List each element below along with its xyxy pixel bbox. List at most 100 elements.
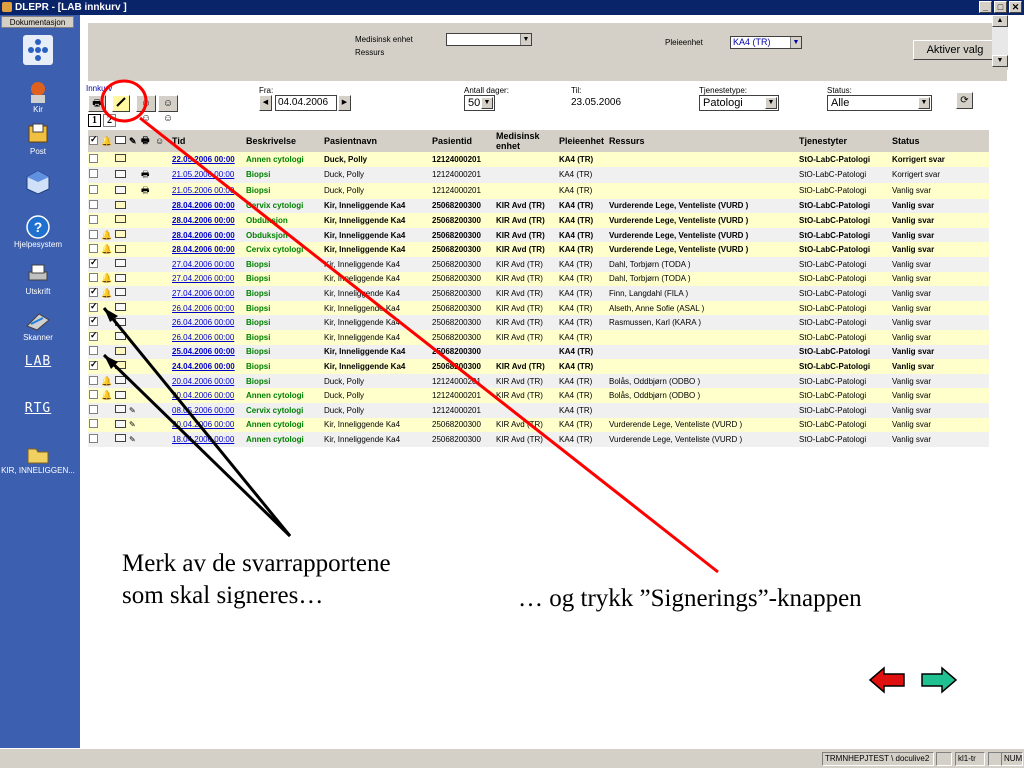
row-checkbox[interactable] bbox=[89, 273, 98, 283]
tid-link[interactable]: 24.04.2006 00:00 bbox=[172, 362, 235, 371]
tid-link[interactable]: 28.04.2006 00:00 bbox=[172, 231, 235, 240]
table-row[interactable]: 28.04.2006 00:00 Obduksjon Kir, Inneliggen… bbox=[88, 213, 989, 228]
row-checkbox[interactable] bbox=[89, 244, 98, 254]
row-tid[interactable]: 28.04.2006 00:00 bbox=[171, 242, 245, 257]
tid-link[interactable]: 21.05.2006 00:00 bbox=[172, 186, 234, 195]
medisinsk-enhet-select[interactable]: ▼ bbox=[446, 33, 532, 46]
status-select[interactable]: Alle ▼ bbox=[827, 95, 932, 111]
header-tid[interactable]: Tid bbox=[171, 130, 245, 152]
vertical-scrollbar[interactable]: ▲ ▼ bbox=[992, 15, 1008, 70]
tid-link[interactable]: 22.05.2006 00:00 bbox=[172, 155, 235, 164]
tid-link[interactable]: 28.04.2006 00:00 bbox=[172, 216, 235, 225]
row-checkbox-cell[interactable] bbox=[88, 388, 100, 403]
table-row[interactable]: 26.04.2006 00:00 BiopsiKir, Inneliggende … bbox=[88, 300, 989, 316]
table-row[interactable]: 🔔 28.04.2006 00:00 Obduksjon Kir, Inneligge… bbox=[88, 227, 989, 243]
prev-slide-arrow[interactable] bbox=[868, 666, 908, 694]
header-pasientid[interactable]: Pasientid bbox=[431, 130, 495, 152]
row-checkbox[interactable] bbox=[89, 390, 98, 400]
row-checkbox[interactable] bbox=[89, 330, 98, 341]
tid-link[interactable]: 27.04.2006 00:00 bbox=[172, 260, 234, 269]
persons-button-2[interactable]: ☺☺ bbox=[158, 95, 178, 124]
table-row[interactable]: 🔔 20.04.2006 00:00 Annen cytologi Duck, Pol… bbox=[88, 388, 989, 403]
row-checkbox-cell[interactable] bbox=[88, 359, 100, 374]
row-checkbox-cell[interactable] bbox=[88, 373, 100, 389]
tid-link[interactable]: 28.04.2006 00:00 bbox=[172, 245, 235, 254]
aktiver-valg-button[interactable]: Aktiver valg bbox=[913, 40, 997, 60]
row-tid[interactable]: 28.04.2006 00:00 bbox=[171, 227, 245, 243]
tab-dokumentasjon[interactable]: Dokumentasjon bbox=[1, 16, 74, 28]
close-button[interactable]: ✕ bbox=[1009, 1, 1022, 13]
row-checkbox[interactable] bbox=[89, 346, 98, 356]
row-checkbox[interactable] bbox=[89, 404, 98, 414]
tid-link[interactable]: 28.04.2006 00:00 bbox=[172, 201, 235, 210]
sign-button[interactable] bbox=[112, 95, 130, 112]
row-checkbox[interactable] bbox=[89, 375, 98, 385]
header-beskrivelse[interactable]: Beskrivelse bbox=[245, 130, 323, 152]
table-row[interactable]: 🔔 27.04.2006 00:00 BiopsiKir, Inneliggende… bbox=[88, 286, 989, 301]
minimize-button[interactable]: _ bbox=[979, 1, 992, 13]
row-checkbox[interactable] bbox=[89, 214, 98, 224]
row-checkbox[interactable] bbox=[89, 315, 98, 327]
table-row[interactable]: 26.04.2006 00:00 BiopsiKir, Inneliggende … bbox=[88, 315, 989, 330]
row-checkbox-cell[interactable] bbox=[88, 242, 100, 257]
row-checkbox[interactable] bbox=[89, 169, 98, 179]
table-row[interactable]: 22.05.2006 00:00 Annen cytologi Duck, Poll… bbox=[88, 152, 989, 167]
tid-link[interactable]: 26.04.2006 00:00 bbox=[172, 333, 234, 342]
tid-link[interactable]: 08.05.2006 00:00 bbox=[172, 406, 234, 415]
row-tid[interactable]: 27.04.2006 00:00 bbox=[171, 271, 245, 287]
row-tid[interactable]: 20.04.2006 00:00 bbox=[171, 373, 245, 389]
table-row[interactable]: ✎ 20.04.2006 00:00 Annen cytologi Kir, Inne… bbox=[88, 417, 989, 433]
date-next-button[interactable]: ▶ bbox=[338, 95, 351, 111]
header-ressurs[interactable]: Ressurs bbox=[608, 130, 798, 152]
persons-button-1[interactable]: ☺☺ bbox=[136, 95, 156, 124]
row-checkbox-cell[interactable] bbox=[88, 256, 100, 272]
tid-link[interactable]: 27.04.2006 00:00 bbox=[172, 274, 234, 283]
row-checkbox-cell[interactable] bbox=[88, 227, 100, 243]
row-checkbox[interactable] bbox=[89, 185, 98, 195]
refresh-button[interactable]: ⟳ bbox=[956, 92, 973, 109]
header-medisinsk-enhet[interactable]: Medisinsk enhet bbox=[495, 130, 558, 152]
sidebar-item-skanner[interactable]: Skanner bbox=[0, 308, 76, 342]
row-checkbox-cell[interactable] bbox=[88, 286, 100, 301]
scroll-thumb[interactable] bbox=[992, 27, 1008, 55]
row-tid[interactable]: 08.05.2006 00:00 bbox=[171, 402, 245, 418]
row-checkbox-cell[interactable] bbox=[88, 198, 100, 214]
tjenestetype-select[interactable]: Patologi ▼ bbox=[699, 95, 779, 111]
row-tid[interactable]: 26.04.2006 00:00 bbox=[171, 329, 245, 345]
row-tid[interactable]: 28.04.2006 00:00 bbox=[171, 198, 245, 214]
table-row[interactable]: 26.04.2006 00:00 BiopsiKir, Inneliggende … bbox=[88, 329, 989, 345]
sidebar-item-kir[interactable]: Kir bbox=[0, 80, 76, 114]
row-checkbox-cell[interactable] bbox=[88, 315, 100, 330]
next-slide-arrow[interactable] bbox=[918, 666, 958, 694]
row-checkbox-cell[interactable] bbox=[88, 166, 100, 183]
sidebar-item-utskrift[interactable]: Utskrift bbox=[0, 262, 76, 296]
row-tid[interactable]: 20.04.2006 00:00 bbox=[171, 417, 245, 433]
tid-link[interactable]: 21.05.2006 00:00 bbox=[172, 170, 234, 179]
table-row[interactable]: 25.04.2006 00:00 Biopsi Kir, Inneliggende … bbox=[88, 344, 989, 360]
tid-link[interactable]: 26.04.2006 00:00 bbox=[172, 304, 234, 313]
tid-link[interactable]: 26.04.2006 00:00 bbox=[172, 318, 234, 327]
row-checkbox-cell[interactable] bbox=[88, 213, 100, 228]
row-tid[interactable]: 26.04.2006 00:00 bbox=[171, 315, 245, 330]
header-pasientnavn[interactable]: Pasientnavn bbox=[323, 130, 431, 152]
tid-link[interactable]: 20.04.2006 00:00 bbox=[172, 420, 234, 429]
row-tid[interactable]: 24.04.2006 00:00 bbox=[171, 359, 245, 374]
table-row[interactable]: 24.04.2006 00:00 BiopsiKir, Inneliggende … bbox=[88, 359, 989, 374]
row-checkbox[interactable] bbox=[89, 433, 98, 443]
sidebar-item-hjelpesystem[interactable]: ? Hjelpesystem bbox=[0, 215, 76, 249]
fra-date-input[interactable]: 04.04.2006 bbox=[275, 95, 337, 111]
row-tid[interactable]: 20.04.2006 00:00 bbox=[171, 388, 245, 403]
table-row[interactable]: 🖶 21.05.2006 00:00 Biopsi Duck, Polly 121240… bbox=[88, 182, 989, 199]
row-checkbox[interactable] bbox=[89, 359, 98, 370]
row-checkbox-cell[interactable] bbox=[88, 329, 100, 345]
row-checkbox[interactable] bbox=[89, 229, 98, 239]
tid-link[interactable]: 20.04.2006 00:00 bbox=[172, 377, 234, 386]
sidebar-item-grid[interactable] bbox=[0, 35, 76, 66]
pleieenhet-select[interactable]: KA4 (TR) ▼ bbox=[730, 36, 802, 49]
tid-link[interactable]: 18.04.2006 00:00 bbox=[172, 435, 234, 444]
row-checkbox-cell[interactable] bbox=[88, 300, 100, 316]
row-checkbox-cell[interactable] bbox=[88, 432, 100, 447]
sidebar-item-post[interactable]: Post bbox=[0, 122, 76, 156]
row-checkbox[interactable] bbox=[89, 153, 98, 163]
header-check[interactable] bbox=[88, 130, 100, 152]
